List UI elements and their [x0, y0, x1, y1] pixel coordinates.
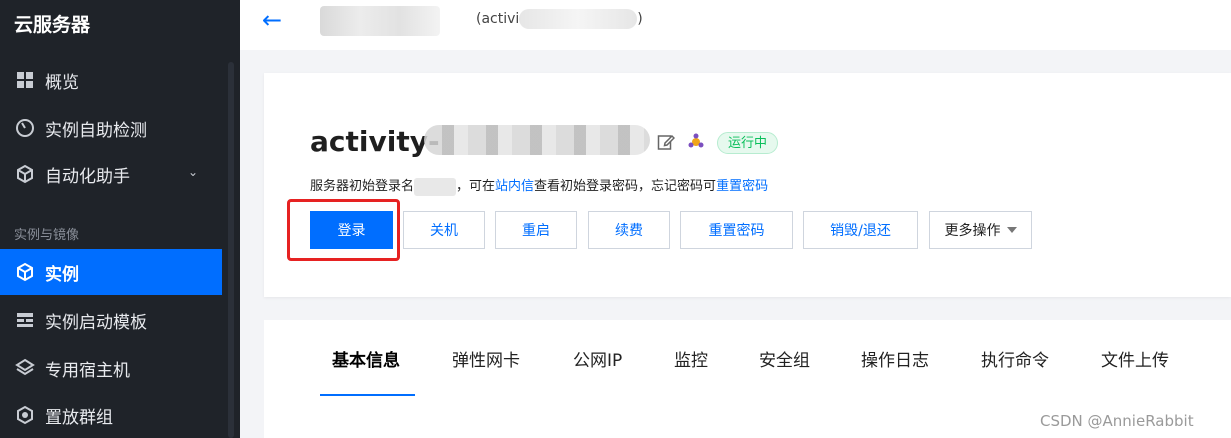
reset-password-link[interactable]: 重置密码 [716, 179, 768, 194]
redacted-title [320, 6, 440, 36]
sidebar-item-placement-groups[interactable]: 置放群组 [0, 392, 222, 438]
tab-basic-info[interactable]: 基本信息 [332, 346, 400, 371]
sidebar-item-launch-templates[interactable]: 实例启动模板 [0, 297, 222, 343]
top-bar: ← (activi) [240, 0, 1231, 50]
watermark: CSDN @AnnieRabbit [1040, 412, 1194, 430]
back-arrow-icon[interactable]: ← [262, 6, 282, 34]
sidebar: 云服务器 概览 实例自助检测 自动化助手 ⌄ 实例与镜像 实例 实例启动模板 专… [0, 0, 240, 438]
shutdown-button[interactable]: 关机 [403, 211, 485, 249]
sidebar-item-automation[interactable]: 自动化助手 ⌄ [0, 151, 222, 197]
destroy-button[interactable]: 销毁/退还 [803, 211, 918, 249]
tab-public-ip[interactable]: 公网IP [573, 346, 622, 371]
instance-id-prefix: (activi [476, 11, 520, 27]
grid-icon [14, 69, 36, 91]
hexagon-icon [14, 404, 36, 426]
reset-password-button[interactable]: 重置密码 [680, 211, 793, 249]
brand-title: 云服务器 [14, 14, 91, 36]
instance-id-label: (activi) [476, 9, 643, 29]
sidebar-item-label: 自动化助手 [45, 166, 130, 187]
hint-text: 服务器初始登录名 [310, 179, 415, 194]
more-actions-dropdown[interactable]: 更多操作 [929, 211, 1032, 249]
template-icon [14, 309, 36, 331]
tab-run-command[interactable]: 执行命令 [981, 346, 1049, 371]
restart-button[interactable]: 重启 [495, 211, 577, 249]
inbox-link[interactable]: 站内信 [495, 179, 534, 194]
section-label: 实例与镜像 [14, 228, 80, 243]
sidebar-scrollbar[interactable] [228, 62, 234, 438]
sidebar-item-overview[interactable]: 概览 [0, 57, 222, 103]
tag-icon[interactable] [687, 133, 705, 151]
caret-down-icon [1006, 227, 1017, 233]
tab-operation-log[interactable]: 操作日志 [861, 346, 929, 371]
sidebar-item-dedicated-hosts[interactable]: 专用宿主机 [0, 345, 222, 391]
login-hint: 服务器初始登录名 ，可在站内信查看初始登录密码，忘记密码可重置密码 [310, 175, 768, 196]
hint-text: 查看初始登录密码，忘记密码可 [534, 179, 717, 194]
cube-icon [14, 163, 36, 185]
sidebar-item-instances[interactable]: 实例 [0, 249, 222, 295]
sidebar-item-label: 置放群组 [45, 407, 113, 428]
instance-id-suffix: ) [637, 11, 643, 27]
sidebar-item-label: 实例 [45, 264, 79, 285]
active-tab-indicator [320, 394, 415, 396]
renew-button[interactable]: 续费 [588, 211, 670, 249]
sidebar-item-self-check[interactable]: 实例自助检测 [0, 105, 222, 151]
layers-icon [14, 357, 36, 379]
cube-icon [14, 261, 36, 283]
sidebar-item-label: 专用宿主机 [45, 360, 130, 381]
instance-name: activity- [310, 125, 440, 158]
tab-monitoring[interactable]: 监控 [674, 346, 708, 371]
redacted-instance-id [519, 9, 638, 29]
tab-eni[interactable]: 弹性网卡 [452, 346, 520, 371]
chevron-down-icon[interactable]: ⌄ [188, 165, 198, 179]
sidebar-item-label: 实例自助检测 [45, 120, 147, 141]
tab-security-group[interactable]: 安全组 [759, 346, 810, 371]
edit-icon[interactable] [657, 133, 676, 151]
sidebar-item-label: 实例启动模板 [45, 312, 147, 333]
red-highlight-annotation [287, 199, 400, 261]
status-badge: 运行中 [717, 132, 779, 154]
redacted-username [414, 177, 457, 196]
hint-text: ，可在 [456, 179, 496, 194]
gauge-icon [14, 117, 36, 139]
redacted-instance-name [424, 125, 650, 155]
sidebar-item-label: 概览 [45, 72, 79, 93]
instance-summary-card: activity- 运行中 服务器初始登录名 ，可在站内信查看初始登录密码，忘记密… [264, 73, 1231, 297]
tab-file-upload[interactable]: 文件上传 [1101, 346, 1169, 371]
more-actions-label: 更多操作 [944, 223, 1001, 239]
